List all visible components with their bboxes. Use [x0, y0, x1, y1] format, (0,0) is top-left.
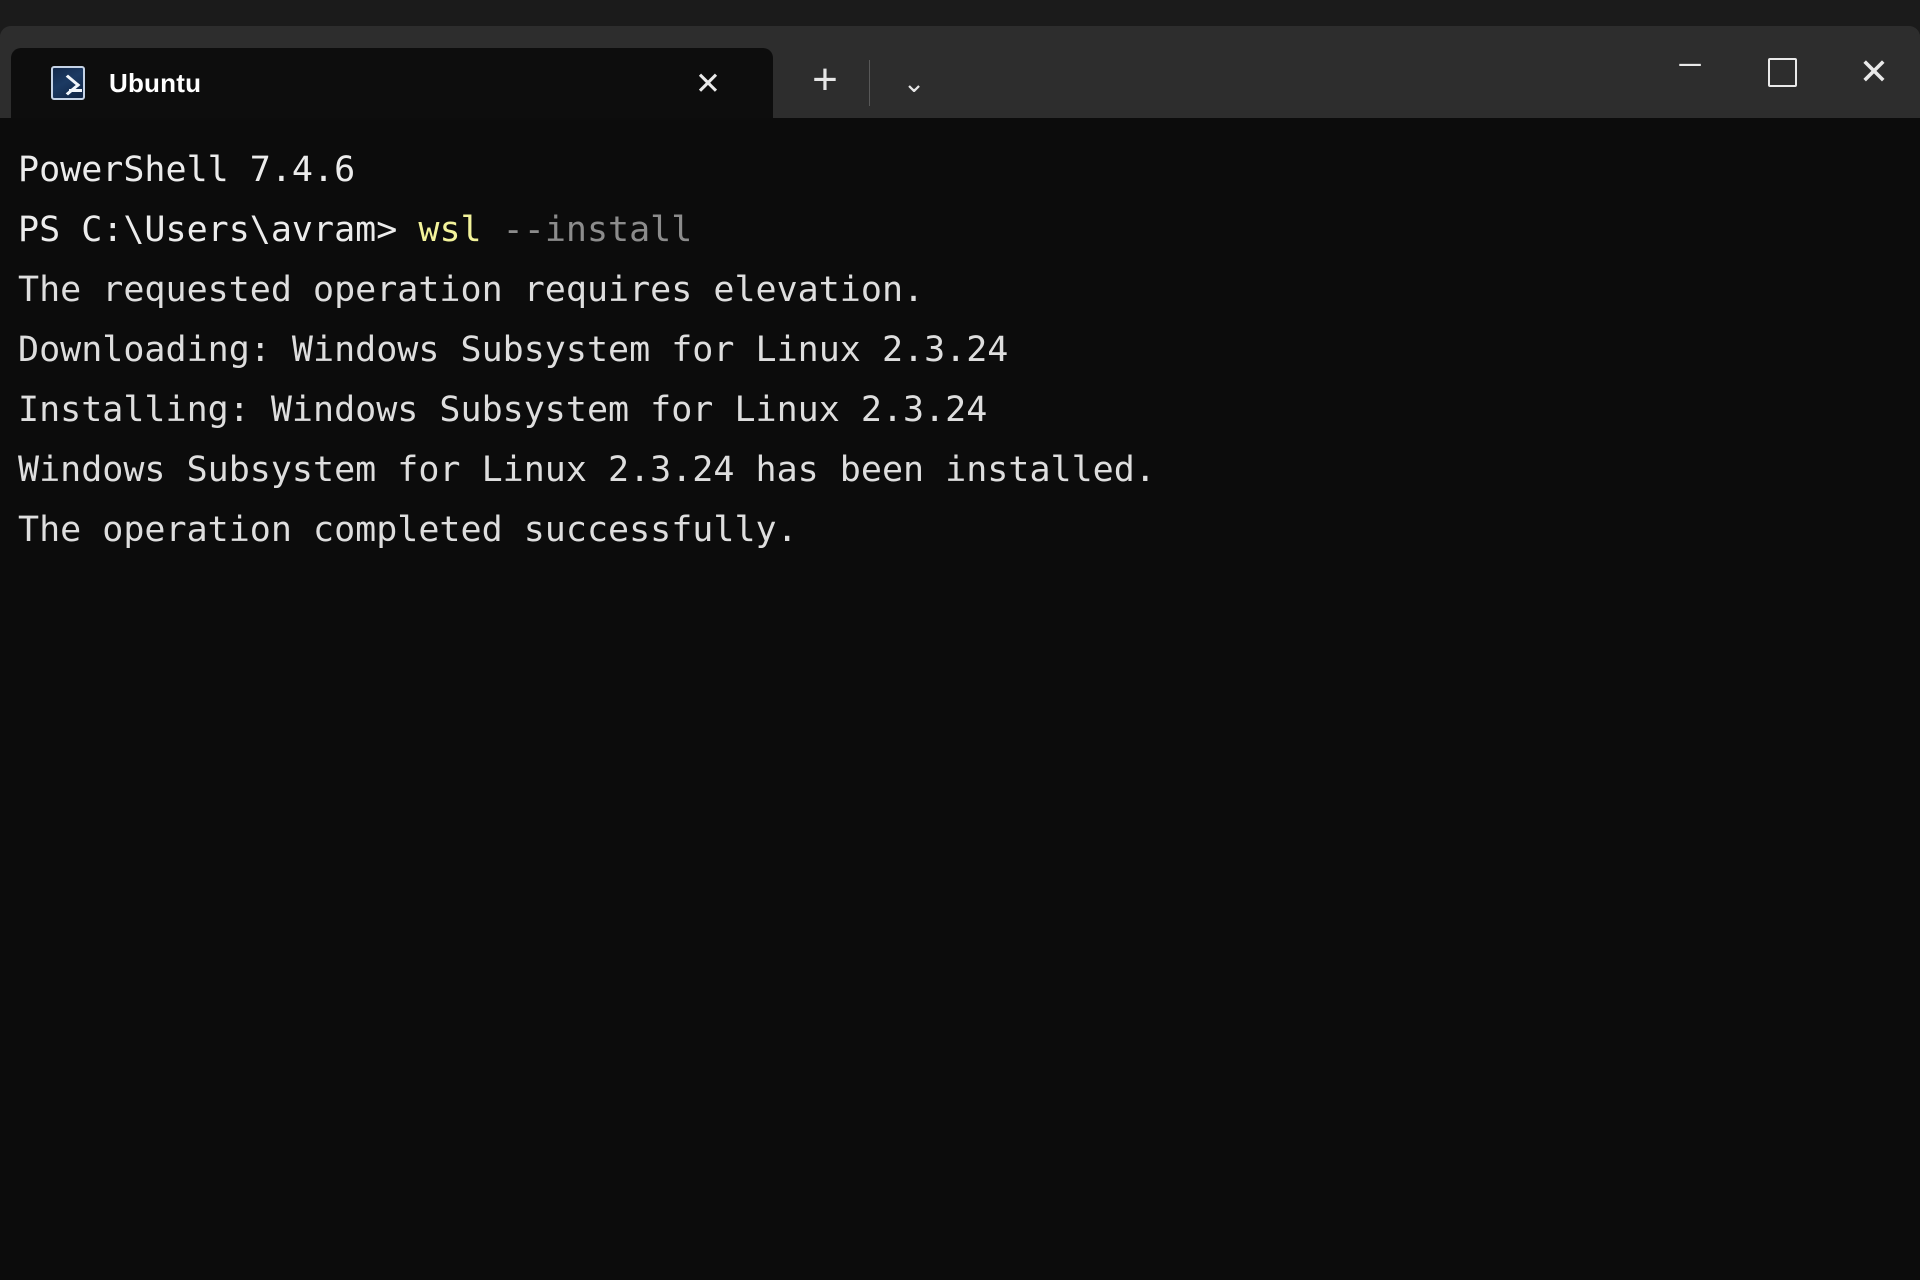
text-segment: PowerShell 7.4.6: [18, 150, 356, 190]
text-segment: The operation completed successfully.: [18, 510, 798, 550]
text-segment: Windows Subsystem for Linux 2.3.24 has b…: [18, 450, 1156, 490]
terminal-output[interactable]: PowerShell 7.4.6 PS C:\Users\avram> wsl -…: [0, 118, 1920, 1280]
line-prompt: PS C:\Users\avram> wsl --install: [18, 200, 1920, 260]
text-segment: Installing: Windows Subsystem for Linux …: [18, 390, 988, 430]
tab-actions-divider: [869, 60, 870, 106]
tab-title: Ubuntu: [109, 67, 202, 98]
title-bar: Ubuntu ✕ + ⌄ ─ ✕: [0, 26, 1920, 118]
tab-actions: + ⌄: [773, 48, 942, 118]
line-elevation: The requested operation requires elevati…: [18, 260, 1920, 320]
line-success: The operation completed successfully.: [18, 500, 1920, 560]
line-version: PowerShell 7.4.6: [18, 140, 1920, 200]
line-installed: Windows Subsystem for Linux 2.3.24 has b…: [18, 440, 1920, 500]
line-installing: Installing: Windows Subsystem for Linux …: [18, 380, 1920, 440]
powershell-icon: [51, 66, 85, 100]
tab-strip: Ubuntu ✕ + ⌄: [0, 26, 942, 118]
line-downloading: Downloading: Windows Subsystem for Linux…: [18, 320, 1920, 380]
maximize-button[interactable]: [1736, 26, 1828, 118]
new-tab-button[interactable]: +: [797, 52, 853, 114]
text-segment: PS C:\Users\avram>: [18, 210, 419, 250]
tab-ubuntu[interactable]: Ubuntu ✕: [11, 48, 773, 118]
close-icon[interactable]: ✕: [689, 64, 727, 102]
window-close-button[interactable]: ✕: [1828, 26, 1920, 118]
terminal-window: Ubuntu ✕ + ⌄ ─ ✕ PowerShell 7.4.6 PS C:\U…: [0, 26, 1920, 1280]
text-segment: The requested operation requires elevati…: [18, 270, 925, 310]
maximize-icon: [1767, 57, 1797, 87]
window-controls: ─ ✕: [1644, 26, 1920, 118]
text-segment: --install: [502, 210, 693, 250]
text-segment: Downloading: Windows Subsystem for Linux…: [18, 330, 1009, 370]
text-segment: [482, 210, 503, 250]
minimize-button[interactable]: ─: [1644, 26, 1736, 125]
text-segment: wsl: [418, 210, 482, 250]
chevron-down-icon[interactable]: ⌄: [886, 55, 942, 111]
